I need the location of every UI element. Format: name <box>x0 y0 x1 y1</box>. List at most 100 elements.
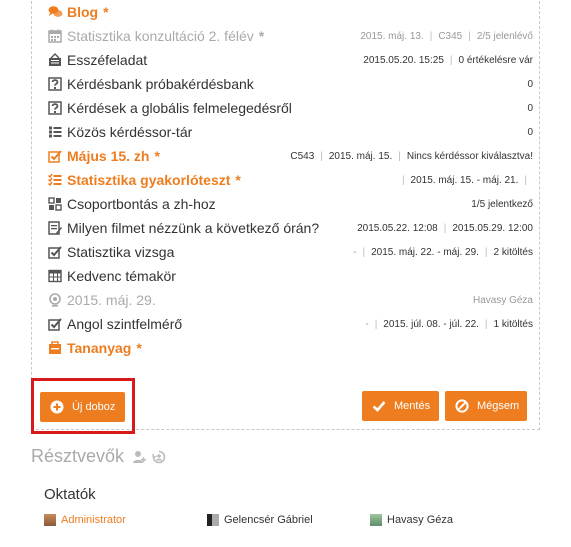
check-edit-icon <box>47 244 63 260</box>
meta-value: 0 <box>527 126 533 138</box>
meta-value: 1 kitöltés <box>493 318 533 330</box>
cancel-button[interactable]: Mégsem <box>445 391 527 421</box>
person-havasy[interactable]: Havasy Géza <box>370 514 453 526</box>
list-item[interactable]: Kérdések a globális felmelegedésről 0 <box>47 97 533 119</box>
item-title[interactable]: Statisztika vizsga <box>67 244 174 260</box>
item-meta: 1/5 jelentkező <box>471 199 533 210</box>
required-star: * <box>136 340 142 356</box>
meta-value: Havasy Géza <box>472 294 533 306</box>
meta-value: 2015.05.20. 15:25 <box>363 54 444 66</box>
person-administrator[interactable]: Administrator <box>44 514 126 526</box>
meta-value: C345 <box>438 30 463 42</box>
meta-value: 2015. máj. 13. <box>360 30 424 42</box>
list-item[interactable]: Milyen filmet nézzünk a következő órán? 2… <box>47 217 533 239</box>
meta-value: 2015. júl. 08. - júl. 22. <box>383 318 479 330</box>
list-item[interactable]: Május 15. zh * C543 | 2015. máj. 15. | Nincs k… <box>47 145 533 167</box>
list-item[interactable]: Esszéfeladat 2015.05.20. 15:25 | 0 értékelé… <box>47 49 533 71</box>
save-label: Mentés <box>394 400 431 412</box>
meta-value: - <box>353 246 357 258</box>
meta-separator: | <box>374 318 378 330</box>
poll-icon <box>47 220 63 236</box>
avatar <box>370 514 382 526</box>
meta-value: 1/5 jelentkező <box>471 198 533 210</box>
meta-separator: | <box>401 174 405 186</box>
item-title[interactable]: Esszéfeladat <box>67 52 147 68</box>
item-meta: 2015.05.20. 15:25 | 0 értékelésre vár <box>363 55 533 66</box>
person-name: Administrator <box>61 514 126 526</box>
check-edit-icon <box>47 148 63 164</box>
add-person-icon[interactable] <box>132 450 147 464</box>
required-star: * <box>235 172 241 188</box>
meta-separator: | <box>449 54 453 66</box>
participants-heading: Résztvevők <box>31 446 166 467</box>
person-name: Gelencsér Gábriel <box>224 514 313 526</box>
save-button[interactable]: Mentés <box>362 391 439 421</box>
item-title[interactable]: Statisztika gyakorlóteszt <box>67 172 230 188</box>
meta-value: 2/5 jelenlévő <box>476 30 533 42</box>
list-item[interactable]: Blog * <box>47 1 533 23</box>
item-title[interactable]: Csoportbontás a zh-hoz <box>67 196 216 212</box>
meta-separator: | <box>524 174 527 186</box>
item-meta: 0 <box>527 79 533 90</box>
meta-value: 2015. máj. 22. - máj. 29. <box>371 246 479 258</box>
meta-value: Nincs kérdéssor kiválasztva! <box>406 150 533 162</box>
item-title[interactable]: Statisztika konzultáció 2. félév <box>67 28 254 44</box>
meta-value: 2015. máj. 15. - máj. 21. <box>410 174 519 186</box>
item-title[interactable]: Blog <box>67 4 98 20</box>
meta-separator: | <box>320 150 323 162</box>
cancel-circle-icon <box>455 399 469 413</box>
meta-separator: | <box>443 222 447 234</box>
item-meta: C543 | 2015. máj. 15. | Nincs kérdéssor kivá… <box>290 151 533 162</box>
folder-icon <box>47 340 63 356</box>
list-item[interactable]: Tananyag * <box>47 337 533 359</box>
participants-title: Résztvevők <box>31 446 125 466</box>
list-item[interactable]: Statisztika konzultáció 2. félév * 2015. m… <box>47 25 533 47</box>
meta-value: 2015. máj. 15. <box>328 150 393 162</box>
item-meta: - | 2015. máj. 22. - máj. 29. | 2 kitöltés <box>353 247 533 258</box>
comments-icon <box>47 4 63 20</box>
item-meta: 2015. máj. 13. | C345 | 2/5 jelenlévő <box>360 31 533 42</box>
sync-people-icon[interactable] <box>152 450 166 464</box>
list-item[interactable]: Angol szintfelmérő - | 2015. júl. 08. - júl… <box>47 313 533 335</box>
list-item[interactable]: 2015. máj. 29. Havasy Géza <box>47 289 533 311</box>
highlight-box <box>31 378 135 434</box>
item-title[interactable]: Kedvenc témakör <box>67 268 176 284</box>
meta-separator: | <box>362 246 366 258</box>
meta-separator: | <box>484 318 488 330</box>
person-name: Havasy Géza <box>387 514 454 526</box>
check-edit-icon <box>47 316 63 332</box>
teachers-heading: Oktatók <box>44 486 96 503</box>
item-title[interactable]: Kérdésbank próbakérdésbank <box>67 76 254 92</box>
item-title[interactable]: 2015. máj. 29. <box>67 292 156 308</box>
item-meta: 0 <box>527 103 533 114</box>
item-meta: | 2015. máj. 15. - máj. 21. | <box>396 175 533 186</box>
meta-value: 2015.05.29. 12:00 <box>452 222 533 234</box>
meta-value: 0 <box>527 78 533 90</box>
item-meta: - | 2015. júl. 08. - júl. 22. | 1 kitöltés <box>365 319 533 330</box>
item-title[interactable]: Május 15. zh <box>67 148 149 164</box>
list-item[interactable]: Közös kérdéssor-tár 0 <box>47 121 533 143</box>
item-title[interactable]: Tananyag <box>67 340 131 356</box>
item-title[interactable]: Kérdések a globális felmelegedésről <box>67 100 292 116</box>
list-item[interactable]: Statisztika gyakorlóteszt * | 2015. máj. 15… <box>47 169 533 191</box>
required-star: * <box>258 28 265 44</box>
item-title[interactable]: Angol szintfelmérő <box>67 316 182 332</box>
list-item[interactable]: Statisztika vizsga - | 2015. máj. 22. - máj… <box>47 241 533 263</box>
webcam-icon <box>47 292 63 308</box>
list-item[interactable]: Kérdésbank próbakérdésbank 0 <box>47 73 533 95</box>
list-item[interactable]: Csoportbontás a zh-hoz 1/5 jelentkező <box>47 193 533 215</box>
meta-value: - <box>365 318 369 330</box>
item-meta: 2015.05.22. 12:08 | 2015.05.29. 12:00 <box>357 223 533 234</box>
item-title[interactable]: Közös kérdéssor-tár <box>67 124 192 140</box>
list-icon <box>47 124 63 140</box>
question-bank-icon <box>47 76 63 92</box>
item-title[interactable]: Milyen filmet nézzünk a következő órán? <box>67 220 319 236</box>
meta-separator: | <box>484 246 488 258</box>
meta-value: 0 <box>527 102 533 114</box>
list-item[interactable]: Kedvenc témakör <box>47 265 533 287</box>
groups-icon <box>47 196 63 212</box>
meta-value: 0 értékelésre vár <box>458 54 533 66</box>
calendar-icon <box>47 28 63 44</box>
table-icon <box>47 268 63 284</box>
person-gelencser[interactable]: Gelencsér Gábriel <box>207 514 313 526</box>
